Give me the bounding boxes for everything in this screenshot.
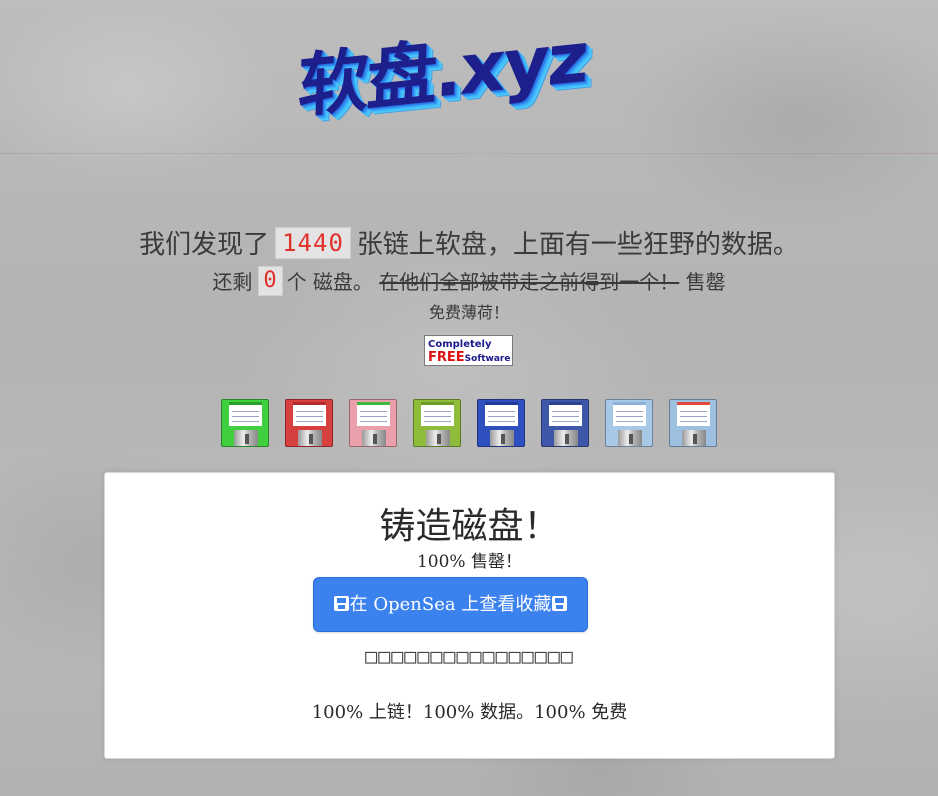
- pink-floppy-icon: [349, 399, 397, 447]
- next-section-heading: [300, 784, 640, 796]
- remaining-middle: 个 磁盘。: [286, 270, 373, 294]
- unrendered-text: □□□□□□□□□□□□□□□□: [365, 644, 574, 668]
- mint-title: 铸造磁盘！: [379, 506, 560, 547]
- free-software-badge: Completely FREESoftware: [424, 335, 513, 366]
- mint-subtitle: 100% 售罄！: [416, 552, 522, 572]
- mint-card: 铸造磁盘！ 100% 售罄！ 在 OpenSea 上查看收藏 □□□□□□□□□…: [104, 472, 835, 759]
- remaining-counter: 0: [258, 266, 283, 296]
- disk-total-counter: 1440: [275, 227, 351, 259]
- badge-free: FREE: [428, 350, 465, 365]
- headline: 我们发现了 1440 张链上软盘，上面有一些狂野的数据。: [0, 226, 938, 264]
- blue-floppy-icon: [477, 399, 525, 447]
- remaining-prefix: 还剩: [212, 270, 253, 294]
- mint-footer: 100% 上链！100% 数据。100% 免费: [311, 702, 628, 723]
- navy-floppy-icon: [541, 399, 589, 447]
- soldout-text: 售罄: [685, 270, 726, 294]
- green-floppy-icon: [221, 399, 269, 447]
- badge-software: Software: [464, 354, 511, 364]
- logo-text: 软盘.xyz: [296, 16, 589, 128]
- headline-suffix: 张链上软盘，上面有一些狂野的数据。: [356, 230, 799, 260]
- skyblue-floppy-icon: [669, 399, 717, 447]
- view-opensea-button[interactable]: 在 OpenSea 上查看收藏: [313, 577, 588, 632]
- remaining-line: 还剩 0 个 磁盘。 在他们全部被带走之前得到一个！ 售罄: [0, 266, 938, 298]
- lightblue-floppy-icon: [605, 399, 653, 447]
- floppy-save-icon: [333, 596, 349, 611]
- floppy-save-icon: [552, 596, 568, 611]
- site-logo[interactable]: 软盘.xyz: [290, 16, 650, 148]
- headline-prefix: 我们发现了: [139, 230, 270, 260]
- free-mint-note: 免费薄荷！: [428, 303, 509, 322]
- floppy-disk-row: [221, 399, 721, 449]
- header-divider: [0, 153, 938, 154]
- struck-text: 在他们全部被带走之前得到一个！: [379, 270, 680, 294]
- olive-floppy-icon: [413, 399, 461, 447]
- opensea-button-label: 在 OpenSea 上查看收藏: [349, 594, 552, 615]
- red-floppy-icon: [285, 399, 333, 447]
